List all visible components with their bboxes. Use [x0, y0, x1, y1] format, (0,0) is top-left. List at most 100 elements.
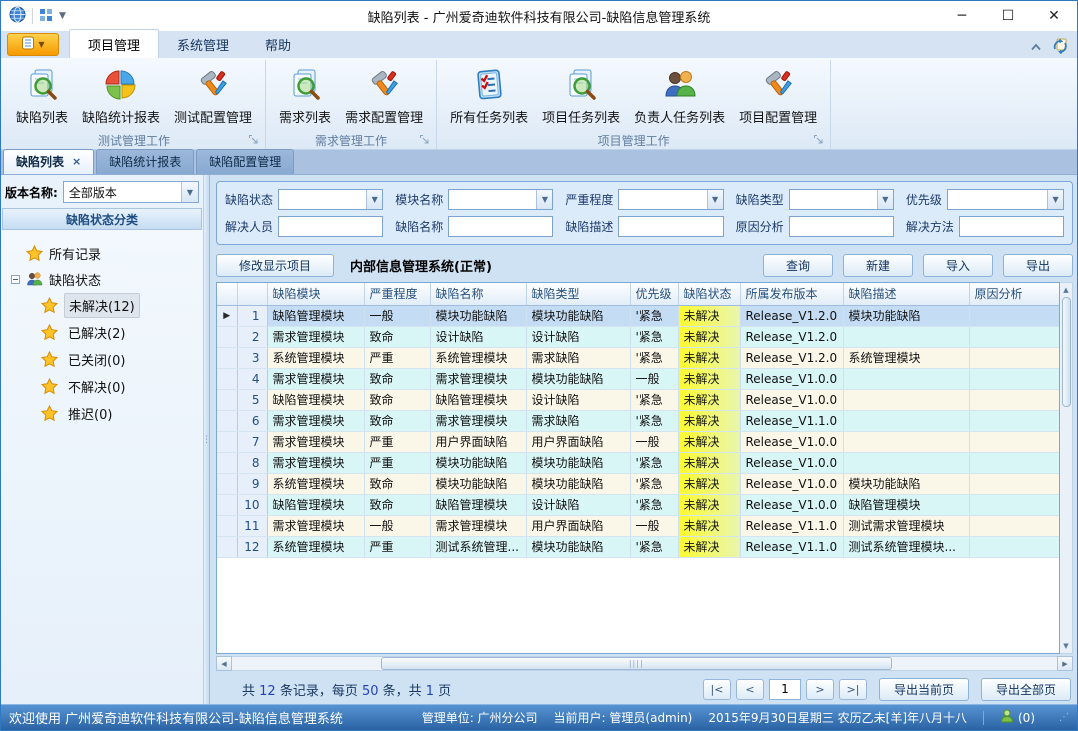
cell-version[interactable]: Release_V1.2.0 [740, 347, 843, 368]
window-layout-icon[interactable] [39, 8, 53, 25]
cell-severity[interactable]: 致命 [364, 410, 430, 431]
close-button[interactable]: ✕ [1031, 1, 1077, 31]
tree-item-status[interactable]: 已关闭(0) [41, 346, 203, 373]
table-row[interactable]: 6 需求管理模块致命需求管理模块需求缺陷'紧急未解决Release_V1.1.0 [217, 410, 1060, 431]
cell-name[interactable]: 测试系统管理... [430, 536, 526, 557]
cell-status[interactable]: 未解决 [678, 494, 740, 515]
cell-module[interactable]: 需求管理模块 [267, 431, 364, 452]
cell-desc[interactable]: 测试需求管理模块 [843, 515, 969, 536]
cell-name[interactable]: 模块功能缺陷 [430, 452, 526, 473]
cell-type[interactable]: 模块功能缺陷 [526, 452, 630, 473]
filter-input[interactable] [790, 190, 877, 209]
cell-version[interactable]: Release_V1.1.0 [740, 515, 843, 536]
chevron-down-icon[interactable]: ▼ [1047, 190, 1063, 209]
cell-status[interactable]: 未解决 [678, 515, 740, 536]
filter-input[interactable] [960, 217, 1063, 236]
ribbon-button[interactable]: 负责人任务列表 [627, 64, 732, 129]
cell-name[interactable]: 缺陷管理模块 [430, 389, 526, 410]
cell-version[interactable]: Release_V1.0.0 [740, 431, 843, 452]
filter-input[interactable] [449, 217, 552, 236]
cell-module[interactable]: 需求管理模块 [267, 368, 364, 389]
dialog-launcher-icon[interactable] [248, 134, 259, 145]
cell-type[interactable]: 设计缺陷 [526, 389, 630, 410]
ribbon-button[interactable]: 项目配置管理 [732, 64, 824, 129]
modify-columns-button[interactable]: 修改显示项目 [216, 254, 334, 277]
table-row[interactable]: 9 系统管理模块致命模块功能缺陷模块功能缺陷'紧急未解决Release_V1.0… [217, 473, 1060, 494]
cell-priority[interactable]: '紧急 [630, 494, 678, 515]
chevron-down-icon[interactable]: ▼ [877, 190, 893, 209]
filter-input[interactable] [279, 190, 366, 209]
tree-item-defect-status[interactable]: 缺陷状态 [11, 266, 203, 292]
cell-analysis[interactable] [969, 536, 1060, 557]
ribbon-button[interactable]: 缺陷列表 [9, 64, 75, 129]
column-header[interactable]: 缺陷模块 [267, 283, 364, 305]
cell-name[interactable]: 设计缺陷 [430, 326, 526, 347]
cell-version[interactable]: Release_V1.0.0 [740, 368, 843, 389]
collapse-ribbon-icon[interactable] [1030, 40, 1042, 54]
cell-severity[interactable]: 严重 [364, 536, 430, 557]
cell-priority[interactable]: '紧急 [630, 305, 678, 326]
cell-version[interactable]: Release_V1.1.0 [740, 536, 843, 557]
cell-type[interactable]: 设计缺陷 [526, 494, 630, 515]
cell-status[interactable]: 未解决 [678, 473, 740, 494]
chevron-down-icon[interactable]: ▼ [366, 190, 382, 209]
ribbon-button[interactable]: 缺陷统计报表 [75, 64, 167, 129]
cell-version[interactable]: Release_V1.0.0 [740, 452, 843, 473]
scroll-up-icon[interactable]: ▲ [1063, 283, 1068, 297]
cell-desc[interactable]: 模块功能缺陷 [843, 305, 969, 326]
minimize-button[interactable]: ─ [939, 1, 985, 31]
column-header[interactable]: 严重程度 [364, 283, 430, 305]
version-combobox[interactable]: 全部版本 ▼ [63, 181, 199, 203]
cell-type[interactable]: 模块功能缺陷 [526, 305, 630, 326]
cell-analysis[interactable] [969, 515, 1060, 536]
document-tab[interactable]: 缺陷配置管理 [196, 149, 294, 174]
last-page-button[interactable]: >| [839, 679, 867, 700]
table-row[interactable]: 2 需求管理模块致命设计缺陷设计缺陷'紧急未解决Release_V1.2.0 [217, 326, 1060, 347]
cell-desc[interactable] [843, 368, 969, 389]
next-page-button[interactable]: > [806, 679, 834, 700]
chevron-down-icon[interactable]: ▼ [707, 190, 723, 209]
cell-analysis[interactable] [969, 305, 1060, 326]
cell-desc[interactable]: 系统管理模块 [843, 347, 969, 368]
column-header[interactable]: 所属发布版本 [740, 283, 843, 305]
cell-status[interactable]: 未解决 [678, 368, 740, 389]
scroll-left-icon[interactable]: ◀ [216, 656, 232, 671]
maximize-button[interactable]: ☐ [985, 1, 1031, 31]
cell-module[interactable]: 需求管理模块 [267, 326, 364, 347]
cell-severity[interactable]: 严重 [364, 431, 430, 452]
export-current-page-button[interactable]: 导出当前页 [879, 678, 969, 701]
ribbon-tab-project[interactable]: 项目管理 [69, 29, 159, 58]
cell-version[interactable]: Release_V1.2.0 [740, 326, 843, 347]
cell-analysis[interactable] [969, 368, 1060, 389]
tree-item-all-records[interactable]: 所有记录 [11, 240, 203, 266]
cell-severity[interactable]: 致命 [364, 389, 430, 410]
cell-priority[interactable]: '紧急 [630, 536, 678, 557]
cell-analysis[interactable] [969, 431, 1060, 452]
cell-type[interactable]: 用户界面缺陷 [526, 515, 630, 536]
column-header[interactable]: 缺陷名称 [430, 283, 526, 305]
cell-priority[interactable]: 一般 [630, 368, 678, 389]
cell-module[interactable]: 系统管理模块 [267, 347, 364, 368]
cell-name[interactable]: 系统管理模块 [430, 347, 526, 368]
tree-item-status[interactable]: 未解决(12) [41, 292, 203, 319]
filter-input[interactable] [619, 190, 706, 209]
cell-type[interactable]: 需求缺陷 [526, 410, 630, 431]
cell-type[interactable]: 用户界面缺陷 [526, 431, 630, 452]
scrollbar-thumb[interactable] [1062, 297, 1071, 407]
column-header[interactable]: 原因分析 [969, 283, 1060, 305]
grid-horizontal-scrollbar[interactable]: ◀ |||| ▶ [216, 656, 1073, 671]
ribbon-tab-help[interactable]: 帮助 [247, 30, 309, 58]
ribbon-tab-system[interactable]: 系统管理 [159, 30, 247, 58]
cell-analysis[interactable] [969, 389, 1060, 410]
table-row[interactable]: 12 系统管理模块严重测试系统管理...模块功能缺陷'紧急未解决Release_… [217, 536, 1060, 557]
sidebar-splitter[interactable]: ⋮ [203, 175, 210, 704]
cell-version[interactable]: Release_V1.0.0 [740, 389, 843, 410]
document-tab[interactable]: 缺陷统计报表 [96, 149, 194, 174]
cell-status[interactable]: 未解决 [678, 452, 740, 473]
cell-type[interactable]: 模块功能缺陷 [526, 473, 630, 494]
scroll-right-icon[interactable]: ▶ [1057, 656, 1073, 671]
cell-version[interactable]: Release_V1.0.0 [740, 494, 843, 515]
cell-severity[interactable]: 严重 [364, 452, 430, 473]
cell-desc[interactable]: 模块功能缺陷 [843, 473, 969, 494]
cell-desc[interactable] [843, 389, 969, 410]
